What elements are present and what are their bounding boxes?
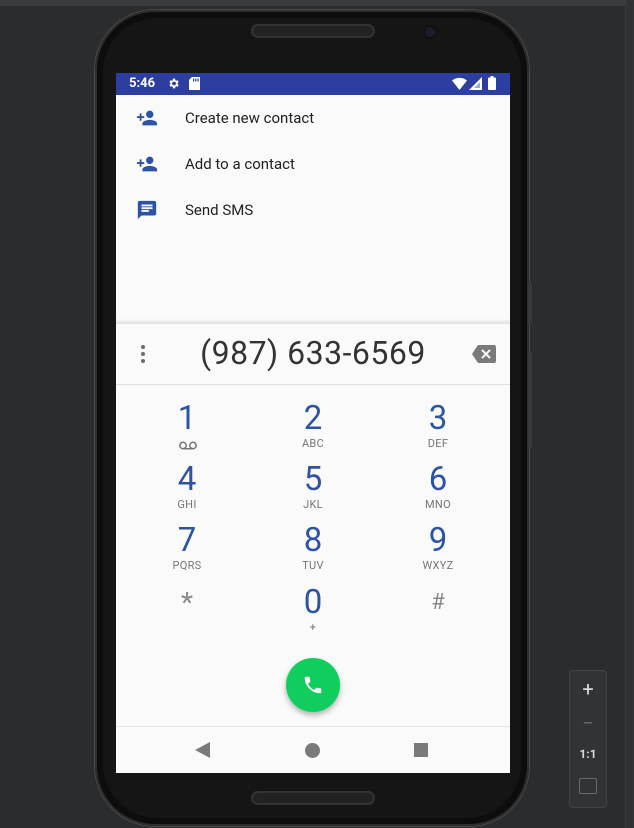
menu-item-label: Send SMS: [185, 201, 254, 219]
zoom-out-button[interactable]: −: [570, 711, 606, 735]
dialpad-key-9[interactable]: 9 WXYZ: [383, 523, 493, 581]
dialpad-key-0[interactable]: 0 +: [258, 585, 368, 643]
dialpad-key-5[interactable]: 5 JKL: [258, 462, 368, 520]
system-nav-bar: [116, 726, 510, 773]
dialpad-key-2[interactable]: 2 ABC: [258, 401, 368, 459]
key-digit: 8: [303, 521, 323, 560]
dialpad-key-7[interactable]: 7 PQRS: [132, 523, 242, 581]
right-scrollbar: [625, 0, 634, 828]
phone-icon: [304, 676, 322, 694]
message-icon: [137, 200, 157, 220]
key-digit: 1: [177, 399, 197, 438]
key-letters: PQRS: [172, 559, 202, 572]
phone-number-field[interactable]: (987) 633-6569: [176, 334, 450, 372]
dialpad-key-3[interactable]: 3 DEF: [383, 401, 493, 459]
key-digit: 4: [177, 460, 197, 499]
key-letters: GHI: [177, 498, 197, 511]
key-digit: #: [431, 590, 445, 615]
status-time: 5:46: [129, 76, 156, 91]
person-add-icon: [136, 110, 158, 126]
menu-item-label: Add to a contact: [185, 155, 295, 173]
power-button[interactable]: [528, 282, 532, 324]
recents-square-icon[interactable]: [414, 743, 428, 757]
menu-item-label: Create new contact: [185, 109, 315, 127]
cell-signal-icon: [469, 77, 482, 90]
dialpad-key-1[interactable]: 1: [132, 401, 242, 459]
key-letters: WXYZ: [422, 559, 454, 572]
back-triangle-icon[interactable]: [195, 742, 210, 758]
menu-item-create-contact[interactable]: Create new contact: [116, 95, 510, 141]
dialpad-key-4[interactable]: 4 GHI: [132, 462, 242, 520]
key-letters: MNO: [425, 498, 451, 511]
voicemail-icon: [179, 441, 197, 450]
window-top-edge: [0, 0, 634, 6]
menu-item-add-to-contact[interactable]: Add to a contact: [116, 141, 510, 187]
zoom-in-button[interactable]: +: [570, 677, 606, 701]
actual-size-button[interactable]: 1:1: [570, 747, 606, 761]
call-button[interactable]: [286, 658, 340, 712]
front-camera: [425, 27, 435, 37]
number-display-row: (987) 633-6569: [116, 324, 510, 385]
key-digit: 9: [428, 521, 448, 560]
volume-button[interactable]: [528, 352, 532, 448]
key-digit: 3: [428, 399, 448, 438]
dialpad-key-6[interactable]: 6 MNO: [383, 462, 493, 520]
key-letters: JKL: [303, 498, 323, 511]
home-circle-icon[interactable]: [305, 743, 320, 758]
overflow-menu-icon[interactable]: [140, 344, 146, 364]
backspace-icon[interactable]: [472, 345, 496, 363]
settings-gear-icon: [169, 78, 179, 89]
key-digit: 0: [303, 583, 323, 622]
dialpad-key-hash[interactable]: #: [383, 585, 493, 643]
bottom-speaker: [251, 791, 375, 805]
person-add-icon: [136, 156, 158, 172]
menu-item-send-sms[interactable]: Send SMS: [116, 187, 510, 233]
key-digit: 2: [303, 399, 323, 438]
key-digit: 6: [428, 460, 448, 499]
key-letters: DEF: [427, 437, 449, 450]
dialpad-key-star[interactable]: *: [132, 585, 242, 643]
key-letters: +: [309, 621, 317, 634]
key-digit: *: [180, 586, 194, 619]
key-digit: 7: [177, 521, 197, 560]
key-letters: ABC: [301, 437, 325, 450]
dialpad-key-8[interactable]: 8 TUV: [258, 523, 368, 581]
status-bar: 5:46: [116, 73, 510, 95]
wifi-icon: [452, 77, 467, 90]
key-letters: TUV: [302, 559, 324, 572]
fit-screen-icon[interactable]: [579, 778, 597, 794]
top-speaker: [251, 24, 375, 38]
battery-icon: [488, 76, 496, 90]
zoom-controls: + − 1:1: [569, 670, 607, 808]
device-screen: 5:46 Create new contact Add to a contact…: [116, 73, 510, 773]
sd-card-icon: [189, 77, 200, 90]
key-digit: 5: [303, 460, 323, 499]
